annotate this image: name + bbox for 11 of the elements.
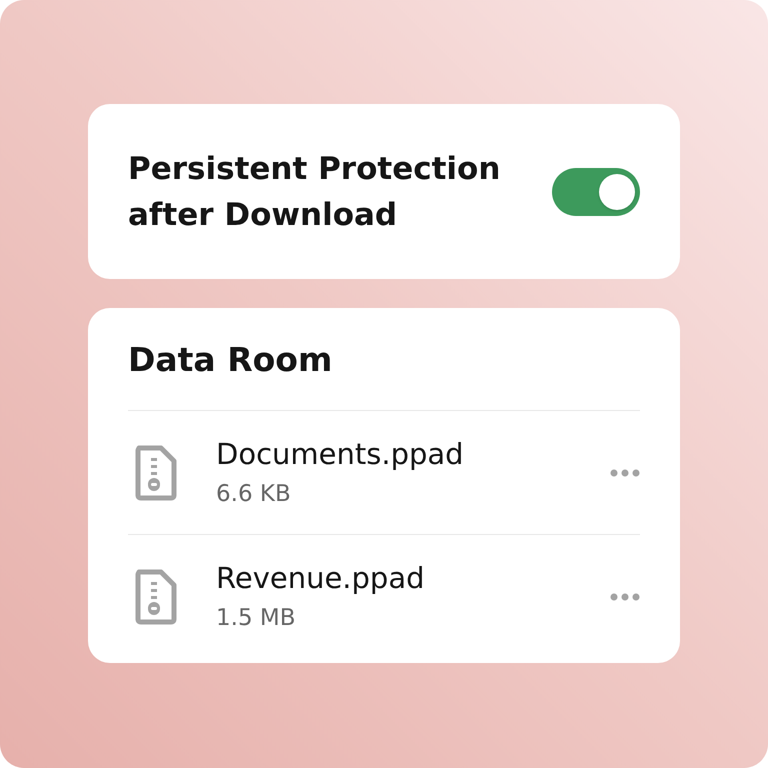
file-name: Documents.ppad: [216, 436, 465, 472]
file-size: 6.6 KB: [216, 480, 292, 508]
card-title: Data Room: [128, 338, 640, 411]
toggle-switch[interactable]: [552, 168, 640, 216]
more-icon[interactable]: [610, 593, 640, 601]
more-icon[interactable]: [610, 468, 640, 476]
zip-file-icon: [134, 444, 178, 500]
file-size: 1.5 MB: [216, 604, 297, 633]
setting-label: Persistent Protection after Download: [128, 150, 502, 234]
zip-file-icon: [134, 569, 178, 625]
file-name: Revenue.ppad: [216, 560, 426, 597]
